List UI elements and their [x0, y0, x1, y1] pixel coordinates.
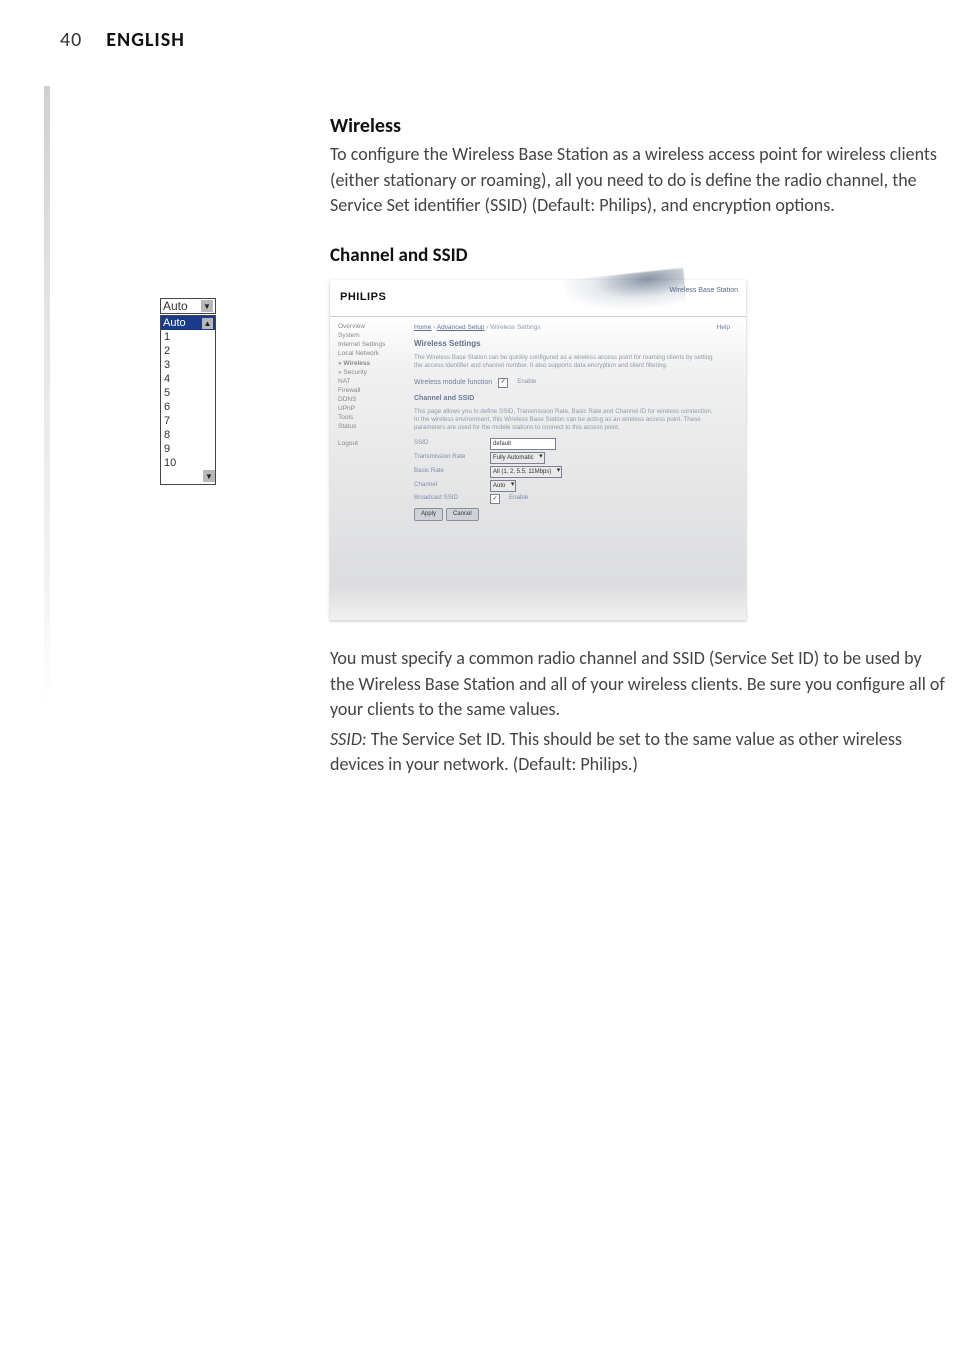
- chevron-down-icon: ▼: [203, 470, 215, 482]
- nav-firewall[interactable]: Firewall: [338, 387, 410, 395]
- chevron-up-icon: ▲: [202, 318, 213, 329]
- channel-option[interactable]: 8: [161, 428, 215, 442]
- apply-button[interactable]: Apply: [414, 508, 443, 521]
- breadcrumb-home[interactable]: Home: [414, 324, 431, 331]
- channel-ssid-subheading: Channel and SSID: [414, 394, 736, 404]
- channel-select-closed[interactable]: Auto ▼: [160, 298, 216, 314]
- nav-tools[interactable]: Tools: [338, 414, 410, 422]
- channel-option[interactable]: 3: [161, 358, 215, 372]
- basic-rate-label: Basic Rate: [414, 467, 484, 476]
- ssid-input[interactable]: default: [490, 438, 556, 450]
- module-enable-checkbox[interactable]: ✓: [498, 378, 508, 388]
- nav-logout[interactable]: Logout: [338, 440, 410, 448]
- chevron-down-icon: ▼: [201, 300, 213, 312]
- nav-upnp[interactable]: UPnP: [338, 405, 410, 413]
- transmission-rate-select[interactable]: Fully Automatic: [490, 452, 545, 464]
- help-link[interactable]: Help: [717, 323, 730, 332]
- panel-description: The Wireless Base Station can be quickly…: [414, 354, 736, 370]
- brand-logo: PHILIPS: [340, 290, 386, 306]
- ssid-paragraph: SSID: The Service Set ID. This should be…: [330, 727, 950, 778]
- module-enable-label: Enable: [517, 378, 536, 387]
- channel-option[interactable]: 9: [161, 442, 215, 456]
- channel-select-open-value: Auto: [163, 317, 186, 329]
- channel-option[interactable]: 2: [161, 344, 215, 358]
- broadcast-ssid-checkbox[interactable]: ✓: [490, 494, 500, 504]
- sidebar-nav: Overview System Internet Settings Local …: [330, 317, 414, 621]
- channel-option[interactable]: 7: [161, 414, 215, 428]
- transmission-rate-label: Transmission Rate: [414, 453, 484, 462]
- page-number: 40: [60, 28, 82, 52]
- nav-status[interactable]: Status: [338, 423, 410, 431]
- channel-option[interactable]: 4: [161, 372, 215, 386]
- channel-label: Channel: [414, 481, 484, 490]
- wireless-heading: Wireless: [330, 112, 950, 140]
- ssid-label: SSID: [414, 439, 484, 448]
- nav-wireless[interactable]: » Wireless: [338, 360, 410, 368]
- wireless-paragraph: To configure the Wireless Base Station a…: [330, 142, 950, 219]
- nav-internet-settings[interactable]: Internet Settings: [338, 341, 410, 349]
- channel-option[interactable]: 6: [161, 400, 215, 414]
- channel-option[interactable]: 10: [161, 456, 215, 470]
- channel-select-closed-value: Auto: [163, 299, 188, 313]
- breadcrumb-advanced[interactable]: Advanced Setup: [437, 324, 485, 331]
- language-heading: ENGLISH: [106, 28, 185, 52]
- margin-strip: [44, 86, 50, 706]
- channel-select[interactable]: Auto: [490, 480, 516, 492]
- wireless-settings-screenshot: PHILIPS Wireless Base Station Overview S…: [330, 280, 746, 620]
- ssid-label-text: SSID:: [330, 728, 367, 750]
- nav-ddns[interactable]: DDNS: [338, 396, 410, 404]
- broadcast-ssid-enable-label: Enable: [509, 494, 528, 503]
- channel-select-open[interactable]: Auto ▲ 1 2 3 4 5 6 7 8 9 10 ▼: [160, 315, 216, 485]
- product-title: Wireless Base Station: [670, 286, 738, 296]
- breadcrumb-current: Wireless Settings: [490, 324, 540, 331]
- channel-option[interactable]: 1: [161, 330, 215, 344]
- broadcast-ssid-label: Broadcast SSID: [414, 494, 484, 503]
- channel-option[interactable]: 5: [161, 386, 215, 400]
- nav-local-network[interactable]: Local Network: [338, 350, 410, 358]
- channel-ssid-description: This page allows you to define SSID, Tra…: [414, 408, 736, 432]
- channel-ssid-heading: Channel and SSID: [330, 243, 950, 270]
- nav-overview[interactable]: Overview: [338, 323, 410, 331]
- channel-select-illustration: Auto ▼ Auto ▲ 1 2 3 4 5 6 7 8 9 10 ▼: [160, 298, 216, 485]
- nav-security[interactable]: » Security: [338, 369, 410, 377]
- nav-nat[interactable]: NAT: [338, 378, 410, 386]
- shot-fade: [330, 584, 746, 620]
- nav-system[interactable]: System: [338, 332, 410, 340]
- module-function-label: Wireless module function: [414, 378, 492, 388]
- spec-paragraph: You must specify a common radio channel …: [330, 646, 950, 723]
- cancel-button[interactable]: Cancel: [446, 508, 479, 521]
- basic-rate-select[interactable]: All (1, 2, 5.5, 11Mbps): [490, 466, 562, 478]
- ssid-description: The Service Set ID. This should be set t…: [330, 728, 902, 776]
- panel-title: Wireless Settings: [414, 338, 736, 349]
